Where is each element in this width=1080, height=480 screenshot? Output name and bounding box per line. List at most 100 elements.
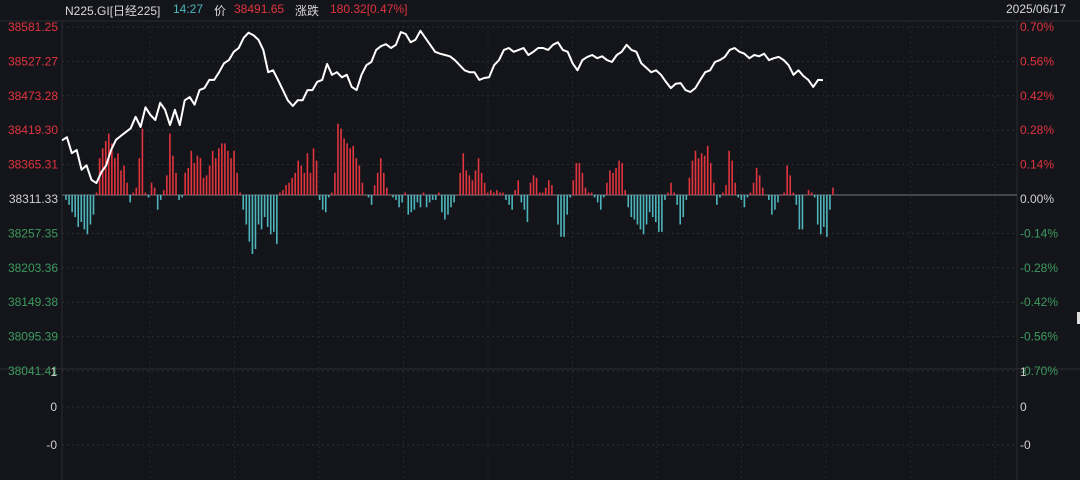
up-bar (465, 170, 468, 195)
up-bar (749, 192, 752, 195)
price-tick-label: 38473.28 (8, 89, 58, 103)
up-bar (438, 192, 440, 195)
up-bar (306, 153, 309, 195)
down-bar (431, 195, 434, 200)
up-bar (606, 182, 608, 195)
down-bar (178, 195, 180, 200)
down-bar (648, 195, 651, 213)
up-bar (294, 172, 296, 195)
down-bar (257, 195, 260, 225)
up-bar (728, 150, 730, 195)
up-bar (95, 192, 98, 195)
up-bar (489, 190, 492, 195)
up-bar (713, 182, 715, 195)
down-bar (557, 195, 559, 225)
up-bar (349, 148, 351, 195)
up-bar (175, 172, 177, 195)
down-bar (434, 195, 437, 200)
down-bar (511, 195, 513, 210)
up-bar (752, 182, 755, 195)
up-bar (300, 165, 303, 195)
down-bar (428, 195, 431, 203)
down-bar (798, 195, 801, 230)
up-bar (731, 160, 733, 195)
down-bar (441, 195, 443, 213)
up-bar (107, 133, 110, 195)
down-bar (425, 195, 428, 208)
down-bar (639, 195, 642, 230)
up-bar (755, 167, 758, 195)
up-bar (709, 163, 712, 195)
down-bar (737, 195, 740, 198)
up-bar (208, 165, 211, 195)
down-bar (826, 195, 828, 237)
up-bar (297, 160, 300, 195)
down-bar (156, 195, 159, 210)
down-bar (245, 195, 248, 225)
sub-tick-label-right: 0 (1020, 400, 1027, 414)
down-bar (682, 195, 685, 218)
down-bar (526, 195, 529, 223)
up-bar (364, 195, 367, 196)
up-bar (331, 192, 333, 195)
up-bar (221, 143, 223, 195)
pct-tick-label: -0.42% (1020, 295, 1058, 309)
up-bar (789, 175, 792, 195)
up-bar (761, 187, 764, 195)
pct-tick-label: 0.14% (1020, 158, 1054, 172)
down-bar (508, 195, 510, 205)
up-bar (236, 172, 238, 195)
down-bar (318, 195, 321, 200)
up-bar (764, 195, 767, 196)
up-bar (612, 172, 614, 195)
price-tick-label: 38095.39 (8, 330, 58, 344)
change-bars (65, 123, 834, 254)
up-bar (499, 192, 501, 195)
down-bar (819, 195, 822, 235)
up-bar (502, 192, 504, 195)
up-bar (227, 150, 229, 195)
down-bar (829, 195, 831, 210)
change-caption: 涨跌 (295, 4, 320, 18)
pct-tick-label: 0.00% (1020, 192, 1054, 206)
down-bar (740, 195, 743, 200)
down-bar (719, 195, 721, 198)
down-bar (645, 195, 648, 225)
up-bar (389, 195, 391, 196)
down-bar (321, 195, 324, 210)
sub-tick-label-left: 0 (50, 400, 57, 414)
up-bar (135, 187, 138, 195)
down-bar (603, 195, 605, 198)
sub-tick-label-left: -0 (46, 438, 57, 452)
up-bar (233, 150, 235, 195)
date-label: 2025/06/17 (1006, 2, 1067, 16)
up-bar (373, 185, 376, 195)
up-bar (187, 167, 190, 195)
price-tick-label: 38257.35 (8, 226, 58, 240)
down-bar (410, 195, 413, 213)
price-line-group (61, 29, 824, 185)
up-bar (474, 170, 477, 195)
up-bar (517, 180, 520, 195)
price-line (61, 29, 824, 185)
pct-tick-label: 0.70% (1020, 20, 1054, 34)
down-bar (65, 195, 67, 200)
up-bar (587, 192, 590, 195)
price-tick-label: 38149.38 (8, 295, 58, 309)
up-bar (578, 163, 581, 195)
up-bar (590, 192, 593, 195)
down-bar (630, 195, 633, 218)
up-bar (734, 182, 737, 195)
up-bar (483, 182, 486, 195)
up-bar (141, 128, 144, 195)
down-bar (450, 195, 452, 208)
up-bar (496, 190, 498, 195)
down-bar (651, 195, 654, 218)
up-bar (376, 172, 379, 195)
up-bar (132, 192, 135, 195)
pct-tick-label: -0.14% (1020, 226, 1058, 240)
up-bar (169, 133, 171, 195)
up-bar (288, 182, 290, 195)
down-bar (272, 195, 275, 232)
down-bar (367, 195, 370, 198)
